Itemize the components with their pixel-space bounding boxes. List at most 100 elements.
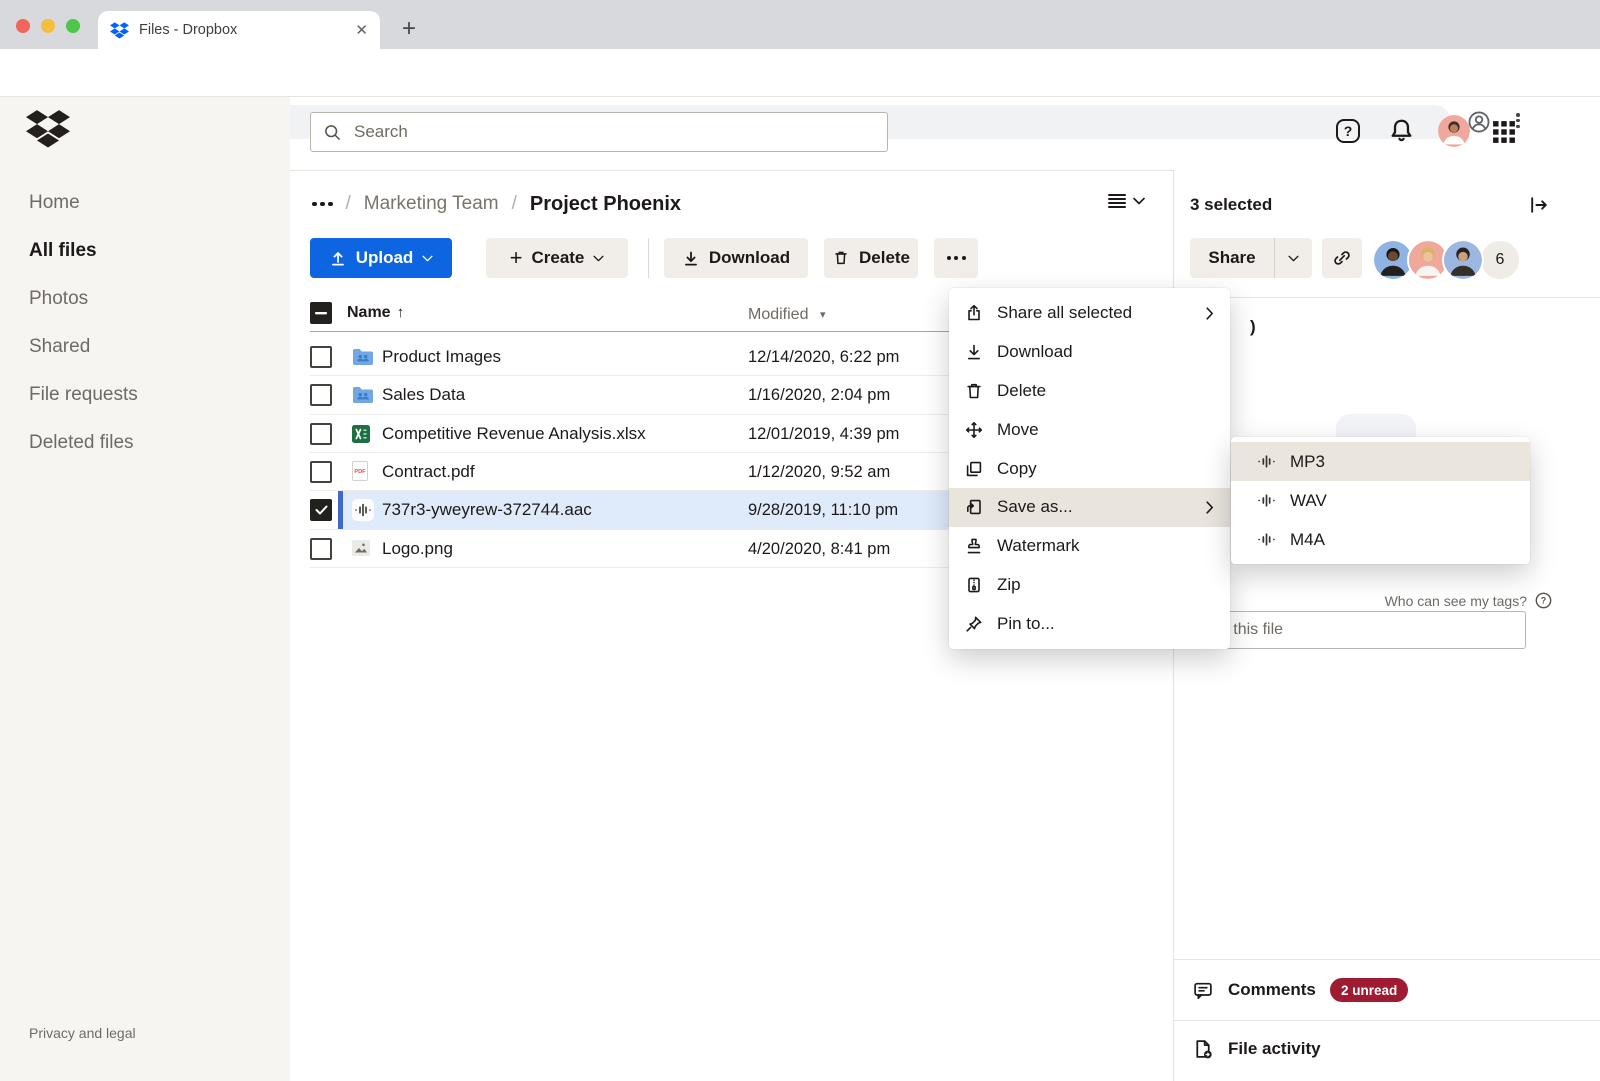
new-tab-button[interactable]: + <box>402 14 416 44</box>
collaborator-overflow-count[interactable]: 6 <box>1479 239 1521 281</box>
download-icon <box>964 342 984 362</box>
file-name[interactable]: Competitive Revenue Analysis.xlsx <box>382 424 646 444</box>
tags-help-link[interactable]: Who can see my tags? <box>1385 593 1527 609</box>
column-header-name[interactable]: Name↑ <box>347 304 404 322</box>
modified-caret-icon[interactable]: ▾ <box>820 308 826 321</box>
plus-icon: + <box>510 248 523 268</box>
row-checkbox[interactable] <box>310 423 332 445</box>
pin-icon <box>964 614 984 634</box>
file-name[interactable]: Sales Data <box>382 385 465 405</box>
row-checkbox-checked[interactable] <box>310 499 332 521</box>
audio-file-icon <box>352 499 374 521</box>
file-modified: 12/14/2020, 6:22 pm <box>748 348 899 367</box>
file-activity-icon <box>1192 1038 1214 1060</box>
column-header-modified[interactable]: Modified <box>748 306 808 324</box>
dropbox-favicon-icon <box>110 22 129 39</box>
share-button[interactable]: Share <box>1190 238 1312 278</box>
file-activity-row[interactable]: File activity <box>1228 1039 1321 1059</box>
apps-grid-icon[interactable] <box>1492 120 1516 144</box>
browser-tab[interactable]: Files - Dropbox ✕ <box>98 11 380 49</box>
zip-icon <box>964 575 984 595</box>
notifications-bell-icon[interactable] <box>1388 117 1415 144</box>
menu-item-download[interactable]: Download <box>949 333 1230 372</box>
shared-folder-icon <box>352 348 374 366</box>
file-name[interactable]: Logo.png <box>382 539 453 559</box>
file-modified: 9/28/2019, 11:10 pm <box>748 501 898 520</box>
breadcrumb-separator: / <box>512 193 517 215</box>
menu-item-save-as[interactable]: Save as... <box>949 488 1230 527</box>
help-circle-icon[interactable]: ? <box>1535 592 1552 609</box>
menu-item-watermark[interactable]: Watermark <box>949 527 1230 566</box>
sidebar-item-home[interactable]: Home <box>29 192 80 214</box>
sidebar-item-all-files[interactable]: All files <box>29 240 97 262</box>
share-label: Share <box>1190 238 1274 278</box>
download-button[interactable]: Download <box>664 238 808 278</box>
file-modified: 1/12/2020, 9:52 am <box>748 463 890 482</box>
download-label: Download <box>709 248 790 268</box>
submenu-item-mp3[interactable]: MP3 <box>1231 442 1530 481</box>
stamp-icon <box>964 536 984 556</box>
tag-input[interactable] <box>1191 621 1525 639</box>
create-button[interactable]: + Create <box>486 238 628 278</box>
row-checkbox[interactable] <box>310 461 332 483</box>
chevron-down-icon <box>422 255 433 262</box>
menu-item-copy[interactable]: Copy <box>949 449 1230 488</box>
view-toggle-button[interactable] <box>1108 193 1145 209</box>
collapse-panel-icon[interactable] <box>1528 194 1550 216</box>
sidebar-item-deleted-files[interactable]: Deleted files <box>29 432 134 454</box>
chevron-down-icon[interactable] <box>1275 238 1312 278</box>
sidebar-item-shared[interactable]: Shared <box>29 336 90 358</box>
collaborator-avatar[interactable] <box>1442 239 1484 281</box>
copy-link-button[interactable] <box>1322 238 1362 278</box>
select-all-checkbox[interactable] <box>310 302 332 324</box>
tab-title: Files - Dropbox <box>139 22 355 38</box>
help-icon[interactable]: ? <box>1336 119 1360 143</box>
window-minimize-button[interactable] <box>41 19 55 33</box>
trash-icon <box>964 381 984 401</box>
sidebar-item-photos[interactable]: Photos <box>29 288 88 310</box>
submenu-item-wav[interactable]: WAV <box>1231 481 1530 520</box>
delete-button[interactable]: Delete <box>824 238 918 278</box>
toolbar-divider <box>648 238 649 278</box>
chevron-down-icon <box>593 255 604 262</box>
menu-item-share-all-selected[interactable]: Share all selected <box>949 294 1230 333</box>
pdf-file-icon: PDF <box>352 461 368 481</box>
sidebar-item-file-requests[interactable]: File requests <box>29 384 138 406</box>
menu-item-delete[interactable]: Delete <box>949 372 1230 411</box>
account-avatar[interactable] <box>1438 115 1470 147</box>
submenu-item-m4a[interactable]: M4A <box>1231 520 1530 559</box>
upload-button[interactable]: Upload <box>310 238 452 278</box>
delete-label: Delete <box>859 248 910 268</box>
more-actions-button[interactable] <box>934 238 978 278</box>
row-checkbox[interactable] <box>310 538 332 560</box>
tag-input-field[interactable] <box>1190 611 1526 649</box>
dropbox-logo-icon[interactable] <box>26 110 70 148</box>
file-preview-top <box>1336 414 1416 437</box>
window-close-button[interactable] <box>16 19 30 33</box>
menu-item-move[interactable]: Move <box>949 410 1230 449</box>
menu-item-pin-to[interactable]: Pin to... <box>949 604 1230 643</box>
svg-text:PDF: PDF <box>354 469 366 475</box>
tab-close-icon[interactable]: ✕ <box>355 21 368 39</box>
ellipsis-icon <box>947 256 966 260</box>
file-name[interactable]: Product Images <box>382 347 501 367</box>
file-name[interactable]: Contract.pdf <box>382 462 475 482</box>
file-activity-divider <box>1174 1020 1600 1021</box>
share-icon <box>964 303 984 323</box>
privacy-legal-link[interactable]: Privacy and legal <box>29 1025 136 1041</box>
search-input[interactable] <box>352 121 875 143</box>
file-name[interactable]: 737r3-yweyrew-372744.aac <box>382 500 592 520</box>
row-checkbox[interactable] <box>310 384 332 406</box>
comments-row[interactable]: Comments <box>1228 980 1316 1000</box>
menu-item-zip[interactable]: Zip <box>949 566 1230 605</box>
waveform-icon <box>1257 454 1276 469</box>
row-checkbox[interactable] <box>310 346 332 368</box>
breadcrumb: / Marketing Team / Project Phoenix <box>312 190 681 218</box>
search-bar[interactable] <box>310 112 888 152</box>
waveform-icon <box>1257 532 1276 547</box>
breadcrumb-ellipsis-icon[interactable] <box>312 202 333 207</box>
panel-header-divider <box>1174 297 1600 298</box>
breadcrumb-parent[interactable]: Marketing Team <box>364 193 499 215</box>
browser-menu-icon[interactable] <box>1516 111 1520 130</box>
window-zoom-button[interactable] <box>66 19 80 33</box>
